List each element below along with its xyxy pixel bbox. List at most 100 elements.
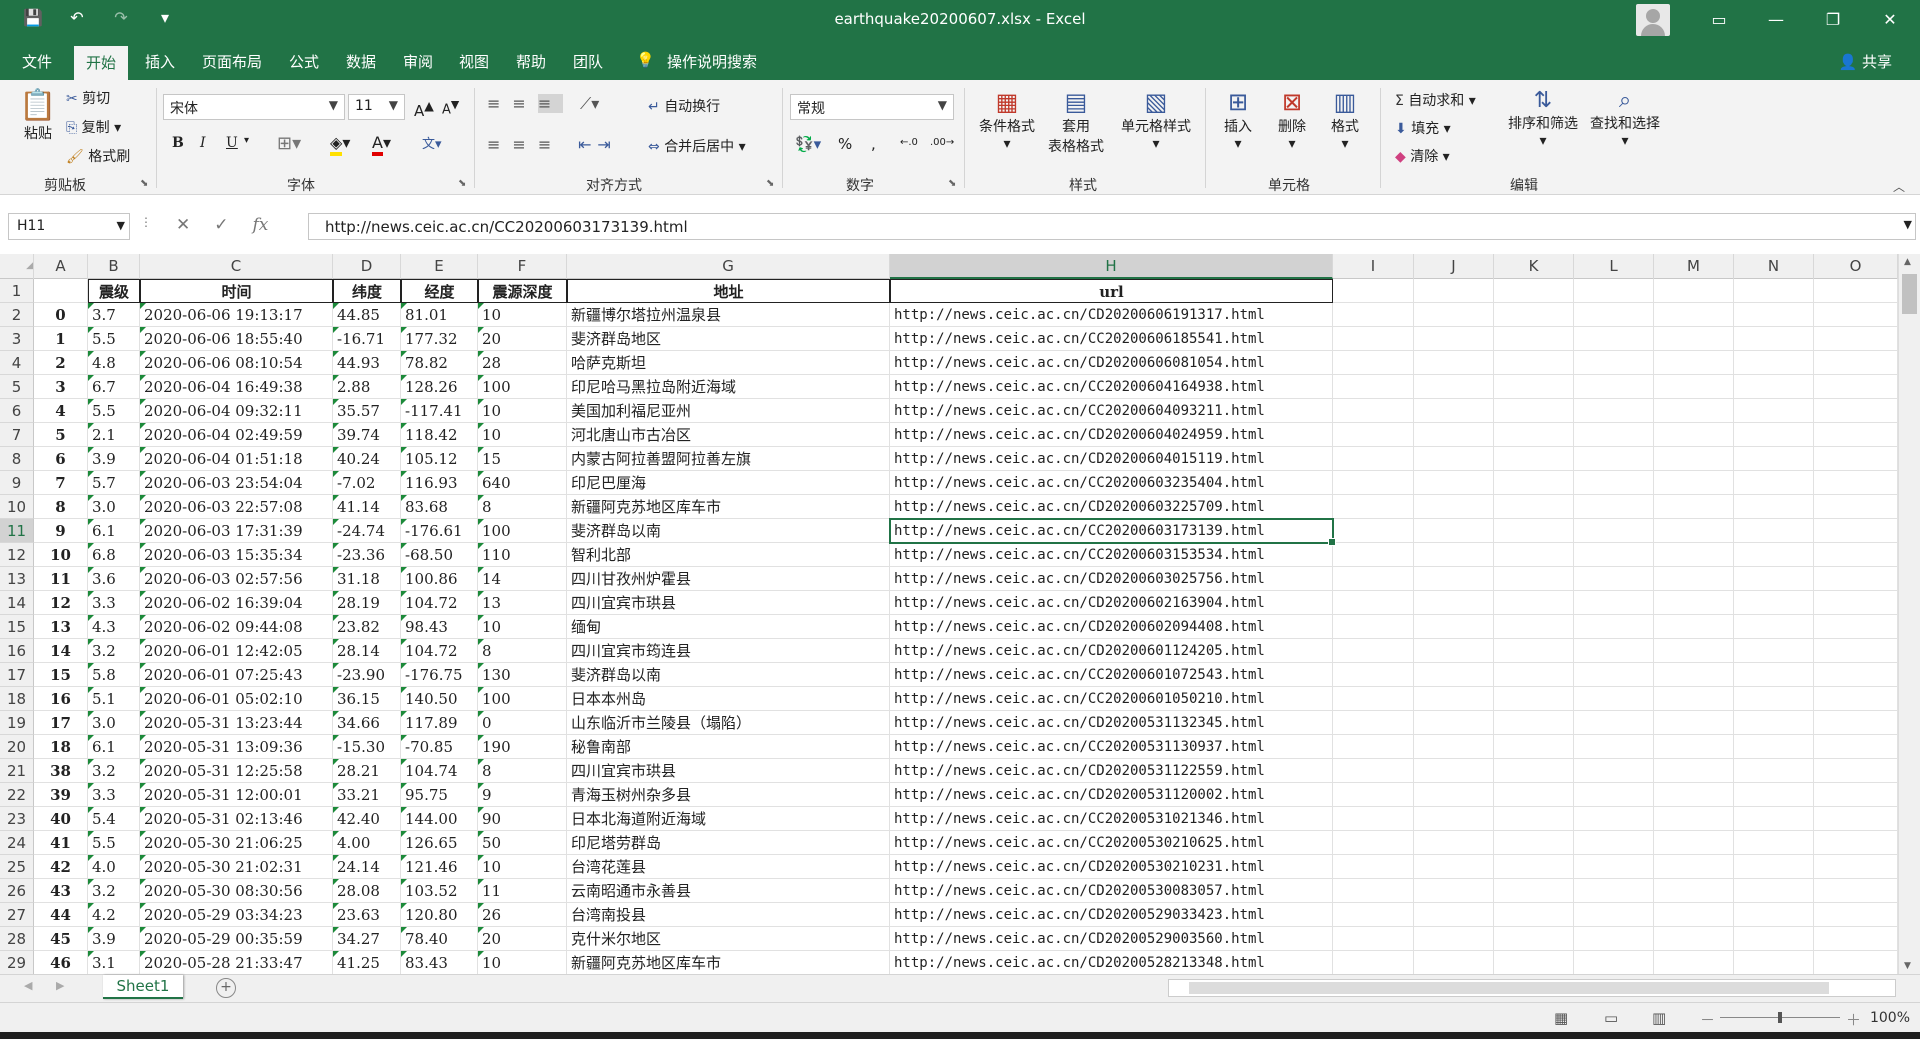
cell-c[interactable]: 2020-05-31 12:00:01 [140,783,333,807]
cell-o[interactable] [1814,303,1898,327]
cell-e[interactable]: 177.32 [401,327,478,351]
cell-b[interactable]: 6.8 [88,543,140,567]
column-header-b[interactable]: B [88,254,140,279]
cell-h[interactable]: http://news.ceic.ac.cn/CC20200601050210.… [890,687,1333,711]
row-header-18[interactable]: 18 [0,687,34,711]
cell-j[interactable] [1414,591,1494,615]
cell-j[interactable] [1414,735,1494,759]
cell-o[interactable] [1814,807,1898,831]
cell-i[interactable] [1333,375,1414,399]
row-header-11[interactable]: 11 [0,519,34,543]
cell-i[interactable] [1333,423,1414,447]
cell-m[interactable] [1654,903,1734,927]
cell-e[interactable]: 120.80 [401,903,478,927]
launcher-icon[interactable]: ⬊ [948,178,956,189]
cell-c[interactable]: 2020-06-03 17:31:39 [140,519,333,543]
column-header-h[interactable]: H [890,254,1333,279]
cell-d[interactable]: -16.71 [333,327,401,351]
cell-k[interactable] [1494,735,1574,759]
cell-c[interactable]: 2020-05-30 21:02:31 [140,855,333,879]
cell-i[interactable] [1333,735,1414,759]
cell-h[interactable]: http://news.ceic.ac.cn/CD20200529003560.… [890,927,1333,951]
cell-g[interactable]: 新疆阿克苏地区库车市 [567,495,890,519]
cell-o[interactable] [1814,927,1898,951]
cell-f[interactable]: 190 [478,735,567,759]
conditional-format-button[interactable]: ▦ 条件格式 ▾ [975,88,1039,152]
row-header-28[interactable]: 28 [0,927,34,951]
cell-n[interactable] [1734,495,1814,519]
cell-f[interactable]: 100 [478,687,567,711]
cell-d[interactable]: 35.57 [333,399,401,423]
cell-o[interactable] [1814,831,1898,855]
cell-b[interactable]: 4.3 [88,615,140,639]
cell-a[interactable]: 10 [34,543,88,567]
cell-d[interactable]: 44.85 [333,303,401,327]
cell-i[interactable] [1333,759,1414,783]
cell-b[interactable]: 3.6 [88,567,140,591]
cell-n[interactable] [1734,735,1814,759]
row-header-3[interactable]: 3 [0,327,34,351]
cell-n[interactable] [1734,543,1814,567]
cell-m[interactable] [1654,615,1734,639]
cell-a[interactable]: 43 [34,879,88,903]
cell-o[interactable] [1814,903,1898,927]
cell-l[interactable] [1574,807,1654,831]
cell-f[interactable]: 9 [478,783,567,807]
cell-e[interactable]: 118.42 [401,423,478,447]
cell-i[interactable] [1333,543,1414,567]
cell-e[interactable]: 103.52 [401,879,478,903]
cell-f[interactable]: 640 [478,471,567,495]
cell-m[interactable] [1654,375,1734,399]
cell-a[interactable]: 13 [34,615,88,639]
cell-n[interactable] [1734,711,1814,735]
cell-b[interactable]: 5.5 [88,327,140,351]
page-break-view-icon[interactable]: ▥ [1652,1009,1666,1027]
row-header-2[interactable]: 2 [0,303,34,327]
launcher-icon[interactable]: ⬊ [458,178,466,189]
tab-team[interactable]: 团队 [573,51,603,72]
increase-decimal-icon[interactable]: ←.0 [900,137,918,148]
name-box[interactable]: H11 ▼ [8,213,130,240]
cell-e[interactable]: 116.93 [401,471,478,495]
cell-n[interactable] [1734,615,1814,639]
cell-m[interactable] [1654,879,1734,903]
cell-i[interactable] [1333,447,1414,471]
ribbon-display-icon[interactable]: ▭ [1689,0,1749,40]
cell-n[interactable] [1734,879,1814,903]
cell-g[interactable]: 秘鲁南部 [567,735,890,759]
launcher-icon[interactable]: ⬊ [140,178,148,189]
cell-l[interactable] [1574,759,1654,783]
row-header-25[interactable]: 25 [0,855,34,879]
cell-d[interactable]: -23.36 [333,543,401,567]
cell-e[interactable]: 140.50 [401,687,478,711]
column-header-l[interactable]: L [1574,254,1654,279]
cell-j[interactable] [1414,615,1494,639]
cell-n[interactable] [1734,639,1814,663]
cell-e[interactable]: 95.75 [401,783,478,807]
zoom-out-icon[interactable]: － [1700,1009,1715,1030]
row-header-26[interactable]: 26 [0,879,34,903]
row-header-12[interactable]: 12 [0,543,34,567]
cell-a[interactable]: 5 [34,423,88,447]
sheet-tab-sheet1[interactable]: Sheet1 [103,975,183,999]
select-all-corner[interactable]: ◢ [0,254,34,279]
cell-n[interactable] [1734,567,1814,591]
cell-h[interactable]: http://news.ceic.ac.cn/CC20200603235404.… [890,471,1333,495]
cell-d[interactable]: -7.02 [333,471,401,495]
cell-l[interactable] [1574,927,1654,951]
cell-f[interactable]: 110 [478,543,567,567]
cell-j[interactable] [1414,879,1494,903]
cell-l[interactable] [1574,783,1654,807]
cell-g[interactable]: 四川甘孜州炉霍县 [567,567,890,591]
cell-j[interactable] [1414,759,1494,783]
cell-k[interactable] [1494,327,1574,351]
next-sheet-icon[interactable]: ▶ [56,979,64,992]
cancel-icon[interactable]: ✕ [176,215,190,235]
cell-d[interactable]: 28.21 [333,759,401,783]
cell-e[interactable]: -70.85 [401,735,478,759]
cell-n[interactable] [1734,279,1814,303]
cell-g[interactable]: 四川宜宾市珙县 [567,591,890,615]
cell-n[interactable] [1734,903,1814,927]
cell-i[interactable] [1333,951,1414,974]
cell-a[interactable]: 2 [34,351,88,375]
